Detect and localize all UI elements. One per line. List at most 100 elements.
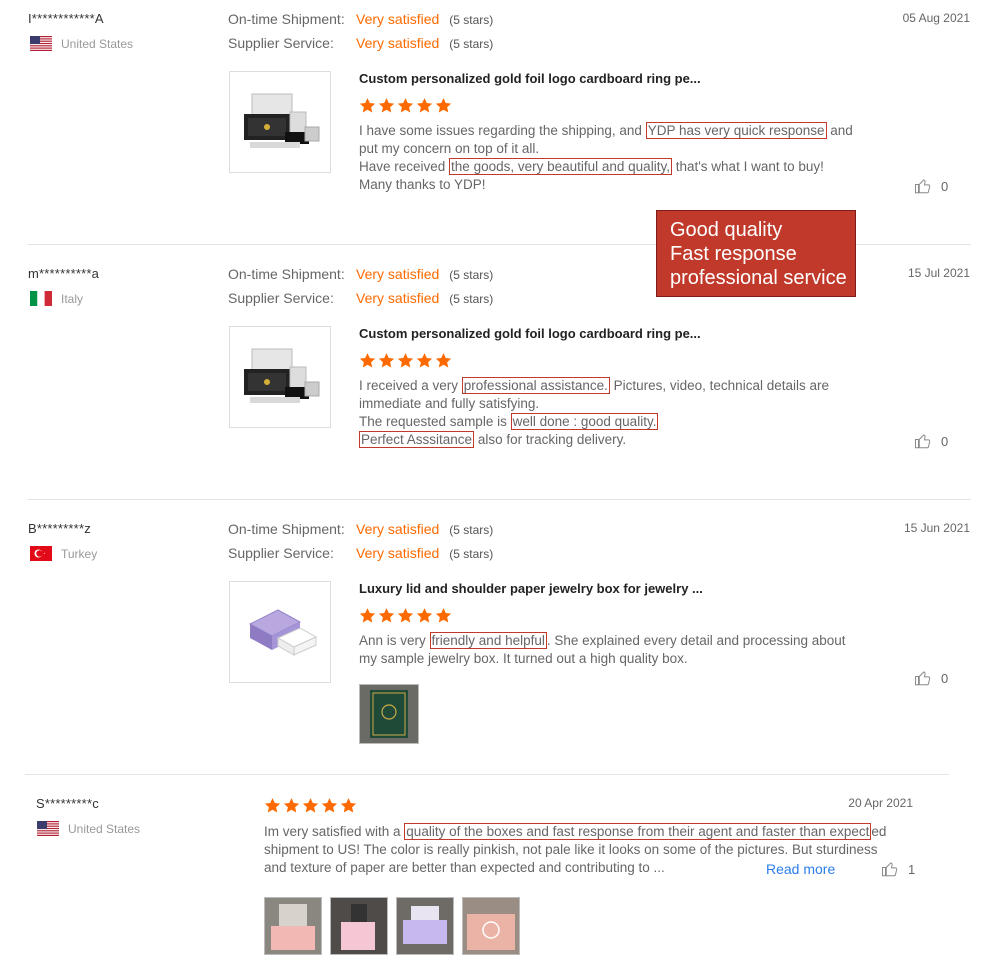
like-button[interactable]: 0 bbox=[914, 177, 948, 195]
product-title[interactable]: Custom personalized gold foil logo cardb… bbox=[359, 71, 701, 86]
product-thumbnail[interactable] bbox=[229, 71, 331, 173]
review-photo[interactable] bbox=[462, 897, 520, 955]
service-stars: (5 stars) bbox=[449, 37, 494, 51]
divider bbox=[25, 774, 949, 775]
highlighted-phrase: Perfect Asssitance bbox=[359, 431, 475, 448]
star-icon bbox=[435, 608, 452, 623]
star-icon bbox=[359, 98, 376, 113]
highlighted-phrase: professional assistance. bbox=[461, 377, 610, 394]
product-thumbnail[interactable] bbox=[229, 326, 331, 428]
shipment-rating: On-time Shipment: Very satisfied (5 star… bbox=[228, 521, 493, 537]
star-icon bbox=[435, 353, 452, 368]
star-icon bbox=[416, 98, 433, 113]
us-flag-icon bbox=[30, 36, 52, 51]
star-icon bbox=[378, 98, 395, 113]
star-icon bbox=[397, 353, 414, 368]
star-icon bbox=[378, 608, 395, 623]
shipment-label: On-time Shipment: bbox=[228, 521, 345, 537]
star-icon bbox=[397, 608, 414, 623]
star-rating bbox=[359, 352, 452, 369]
text-segment: Have received bbox=[359, 159, 450, 174]
product-title[interactable]: Luxury lid and shoulder paper jewelry bo… bbox=[359, 581, 703, 596]
review-text: I received a very professional assistanc… bbox=[359, 377, 859, 449]
like-button[interactable]: 1 bbox=[881, 860, 915, 878]
summary-badge: Good quality Fast response professional … bbox=[656, 210, 856, 297]
star-icon bbox=[359, 608, 376, 623]
star-icon bbox=[416, 353, 433, 368]
service-label: Supplier Service: bbox=[228, 545, 334, 561]
thumbs-up-icon bbox=[915, 434, 931, 449]
read-more-link[interactable]: Read more bbox=[766, 861, 835, 877]
thumbs-up-icon bbox=[915, 671, 931, 686]
review-date: 15 Jul 2021 bbox=[907, 266, 970, 280]
service-rating: Supplier Service: Very satisfied (5 star… bbox=[228, 545, 493, 561]
review-text: Ann is very friendly and helpful. She ex… bbox=[359, 632, 859, 668]
reviewer-name: B*********z bbox=[28, 521, 91, 536]
reviewer-name: I************A bbox=[28, 11, 104, 26]
service-value: Very satisfied bbox=[356, 35, 440, 51]
shipment-label: On-time Shipment: bbox=[228, 11, 345, 27]
shipment-stars: (5 stars) bbox=[449, 523, 494, 537]
italy-flag-icon bbox=[30, 291, 52, 306]
highlighted-phrase: YDP has very quick response bbox=[645, 122, 827, 139]
like-count: 0 bbox=[941, 433, 949, 449]
text-segment: The requested sample is bbox=[359, 414, 511, 429]
shipment-rating: On-time Shipment: Very satisfied (5 star… bbox=[228, 266, 493, 282]
review-photo[interactable] bbox=[396, 897, 454, 955]
thumbs-up-icon bbox=[882, 862, 898, 877]
text-segment: Im very satisfied with a bbox=[264, 824, 405, 839]
product-title[interactable]: Custom personalized gold foil logo cardb… bbox=[359, 326, 701, 341]
country-name: Italy bbox=[61, 291, 84, 306]
like-count: 0 bbox=[941, 670, 949, 686]
badge-line: Good quality bbox=[670, 219, 783, 241]
star-icon bbox=[302, 798, 319, 813]
star-icon bbox=[321, 798, 338, 813]
service-stars: (5 stars) bbox=[449, 292, 494, 306]
like-button[interactable]: 0 bbox=[914, 669, 948, 687]
review-photo[interactable] bbox=[359, 684, 419, 744]
star-rating bbox=[359, 97, 452, 114]
highlighted-phrase: well done : good quality. bbox=[510, 413, 659, 430]
like-button[interactable]: 0 bbox=[914, 432, 948, 450]
text-segment: Ann is very bbox=[359, 633, 430, 648]
text-segment: I received a very bbox=[359, 378, 462, 393]
star-icon bbox=[435, 98, 452, 113]
country-name: United States bbox=[68, 821, 141, 836]
country-name: Turkey bbox=[61, 546, 98, 561]
star-icon bbox=[397, 98, 414, 113]
review-date: 15 Jun 2021 bbox=[903, 521, 970, 535]
highlighted-phrase: friendly and helpful bbox=[429, 632, 547, 649]
shipment-rating: On-time Shipment: Very satisfied (5 star… bbox=[228, 11, 493, 27]
product-thumbnail[interactable] bbox=[229, 581, 331, 683]
shipment-stars: (5 stars) bbox=[449, 13, 494, 27]
star-rating bbox=[359, 607, 452, 624]
highlighted-phrase: quality of the boxes and fast response f… bbox=[404, 823, 872, 840]
service-rating: Supplier Service: Very satisfied (5 star… bbox=[228, 290, 493, 306]
reviewer-country: Turkey bbox=[30, 546, 97, 561]
review-photo[interactable] bbox=[330, 897, 388, 955]
text-segment: also for tracking delivery. bbox=[474, 432, 627, 447]
service-value: Very satisfied bbox=[356, 545, 440, 561]
divider bbox=[28, 499, 971, 500]
star-rating bbox=[264, 797, 357, 814]
reviewer-country: United States bbox=[37, 821, 140, 836]
reviewer-name: m**********a bbox=[28, 266, 100, 281]
turkey-flag-icon bbox=[30, 546, 52, 561]
star-icon bbox=[283, 798, 300, 813]
badge-line: professional service bbox=[670, 267, 847, 289]
us-flag-icon bbox=[37, 821, 59, 836]
like-count: 1 bbox=[908, 861, 916, 877]
service-stars: (5 stars) bbox=[449, 547, 494, 561]
badge-line: Fast response bbox=[670, 243, 797, 265]
review-date: 20 Apr 2021 bbox=[848, 796, 913, 810]
shipment-stars: (5 stars) bbox=[449, 268, 494, 282]
reviewer-country: Italy bbox=[30, 291, 83, 306]
star-icon bbox=[359, 353, 376, 368]
star-icon bbox=[378, 353, 395, 368]
star-icon bbox=[340, 798, 357, 813]
review-photo[interactable] bbox=[264, 897, 322, 955]
shipment-value: Very satisfied bbox=[356, 266, 440, 282]
star-icon bbox=[416, 608, 433, 623]
review-text: I have some issues regarding the shippin… bbox=[359, 122, 859, 194]
like-count: 0 bbox=[941, 178, 949, 194]
